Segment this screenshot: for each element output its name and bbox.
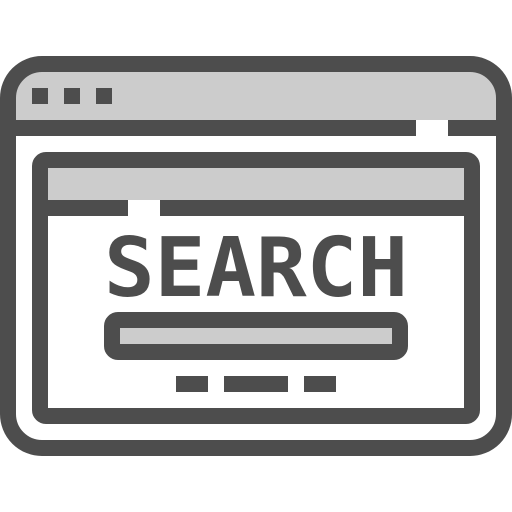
inner-header-divider-right bbox=[160, 200, 464, 216]
search-website-icon: SEARCH bbox=[0, 0, 512, 512]
result-dash bbox=[304, 376, 336, 392]
inner-header-divider-left bbox=[48, 200, 128, 216]
result-dash bbox=[176, 376, 208, 392]
window-dot-icon bbox=[64, 88, 80, 104]
window-dot-icon bbox=[96, 88, 112, 104]
search-word: SEARCH bbox=[104, 221, 408, 316]
titlebar-divider-left bbox=[16, 120, 416, 136]
search-bar bbox=[104, 312, 408, 360]
result-dashes bbox=[176, 376, 336, 392]
icon-canvas: SEARCH bbox=[0, 56, 512, 456]
search-bar-field bbox=[104, 312, 408, 360]
window-dot-icon bbox=[32, 88, 48, 104]
titlebar-divider-right bbox=[448, 120, 496, 136]
result-dash bbox=[224, 376, 288, 392]
titlebar-fill bbox=[16, 64, 496, 120]
inner-header-fill bbox=[48, 168, 464, 200]
